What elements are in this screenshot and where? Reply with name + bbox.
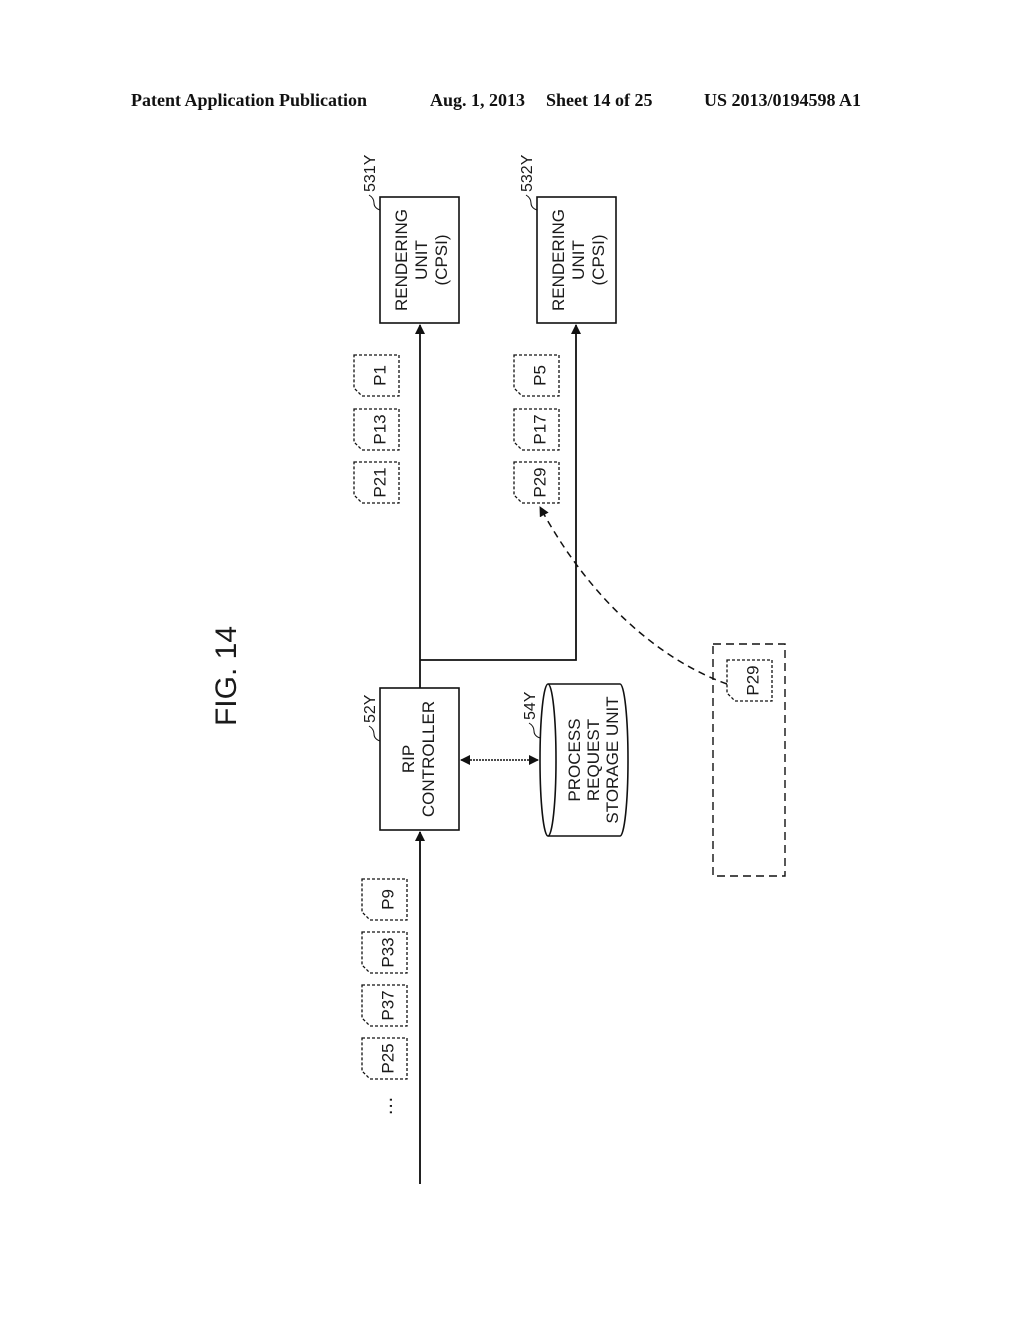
ref-532y: 532Y [519,154,536,192]
rendering-unit-1-line-3: (CPSI) [432,235,451,286]
input-page: P25 [361,1037,408,1080]
page-label: P1 [371,365,390,386]
held-page: P29 [726,659,773,702]
page-label: P29 [531,467,550,497]
rip-controller-line-2: CONTROLLER [419,701,438,817]
rendering-unit-1-line-2: UNIT [412,240,431,280]
page-label: P5 [531,365,550,386]
rip-controller-52y: RIP CONTROLLER 52Y [362,687,460,831]
rendering-unit-531y: RENDERING UNIT (CPSI) 531Y [362,154,460,324]
rip-controller-line-1: RIP [399,745,418,773]
page-label: P21 [371,467,390,497]
input-page: P37 [361,984,408,1027]
queued-page-unit-2: P29 [513,461,560,504]
rendering-unit-2-line-1: RENDERING [549,209,568,311]
input-page: P9 [361,878,408,921]
reassign-arrow [539,506,728,685]
page-label: P9 [379,889,398,910]
input-page: P33 [361,931,408,974]
ref-54y: 54Y [522,691,539,720]
figure-title: FIG. 14 [210,626,243,726]
page-label: P29 [744,665,763,695]
fig14-diagram: FIG. 14 RENDERING UNIT (CPSI) 531Y RENDE… [210,154,786,1184]
queued-page-unit-1: P21 [353,461,400,504]
queued-page-unit-2: P5 [513,354,560,397]
queued-page-unit-1: P1 [353,354,400,397]
rendering-unit-532y: RENDERING UNIT (CPSI) 532Y [519,154,617,324]
rendering-unit-1-line-1: RENDERING [392,209,411,311]
page-label: P17 [531,414,550,444]
page-label: P37 [379,990,398,1020]
page-label: P13 [371,414,390,444]
storage-line-1: PROCESS [565,718,584,801]
page-label: P25 [379,1043,398,1073]
queue-ellipsis: … [375,1096,397,1116]
storage-line-2: REQUEST [584,719,603,801]
storage-line-3: STORAGE UNIT [603,696,622,823]
ref-531y: 531Y [362,154,379,192]
rendering-unit-2-line-2: UNIT [569,240,588,280]
ref-52y: 52Y [362,694,379,723]
queued-page-unit-1: P13 [353,408,400,451]
rendering-unit-2-line-3: (CPSI) [589,235,608,286]
page-label: P33 [379,937,398,967]
queued-page-unit-2: P17 [513,408,560,451]
